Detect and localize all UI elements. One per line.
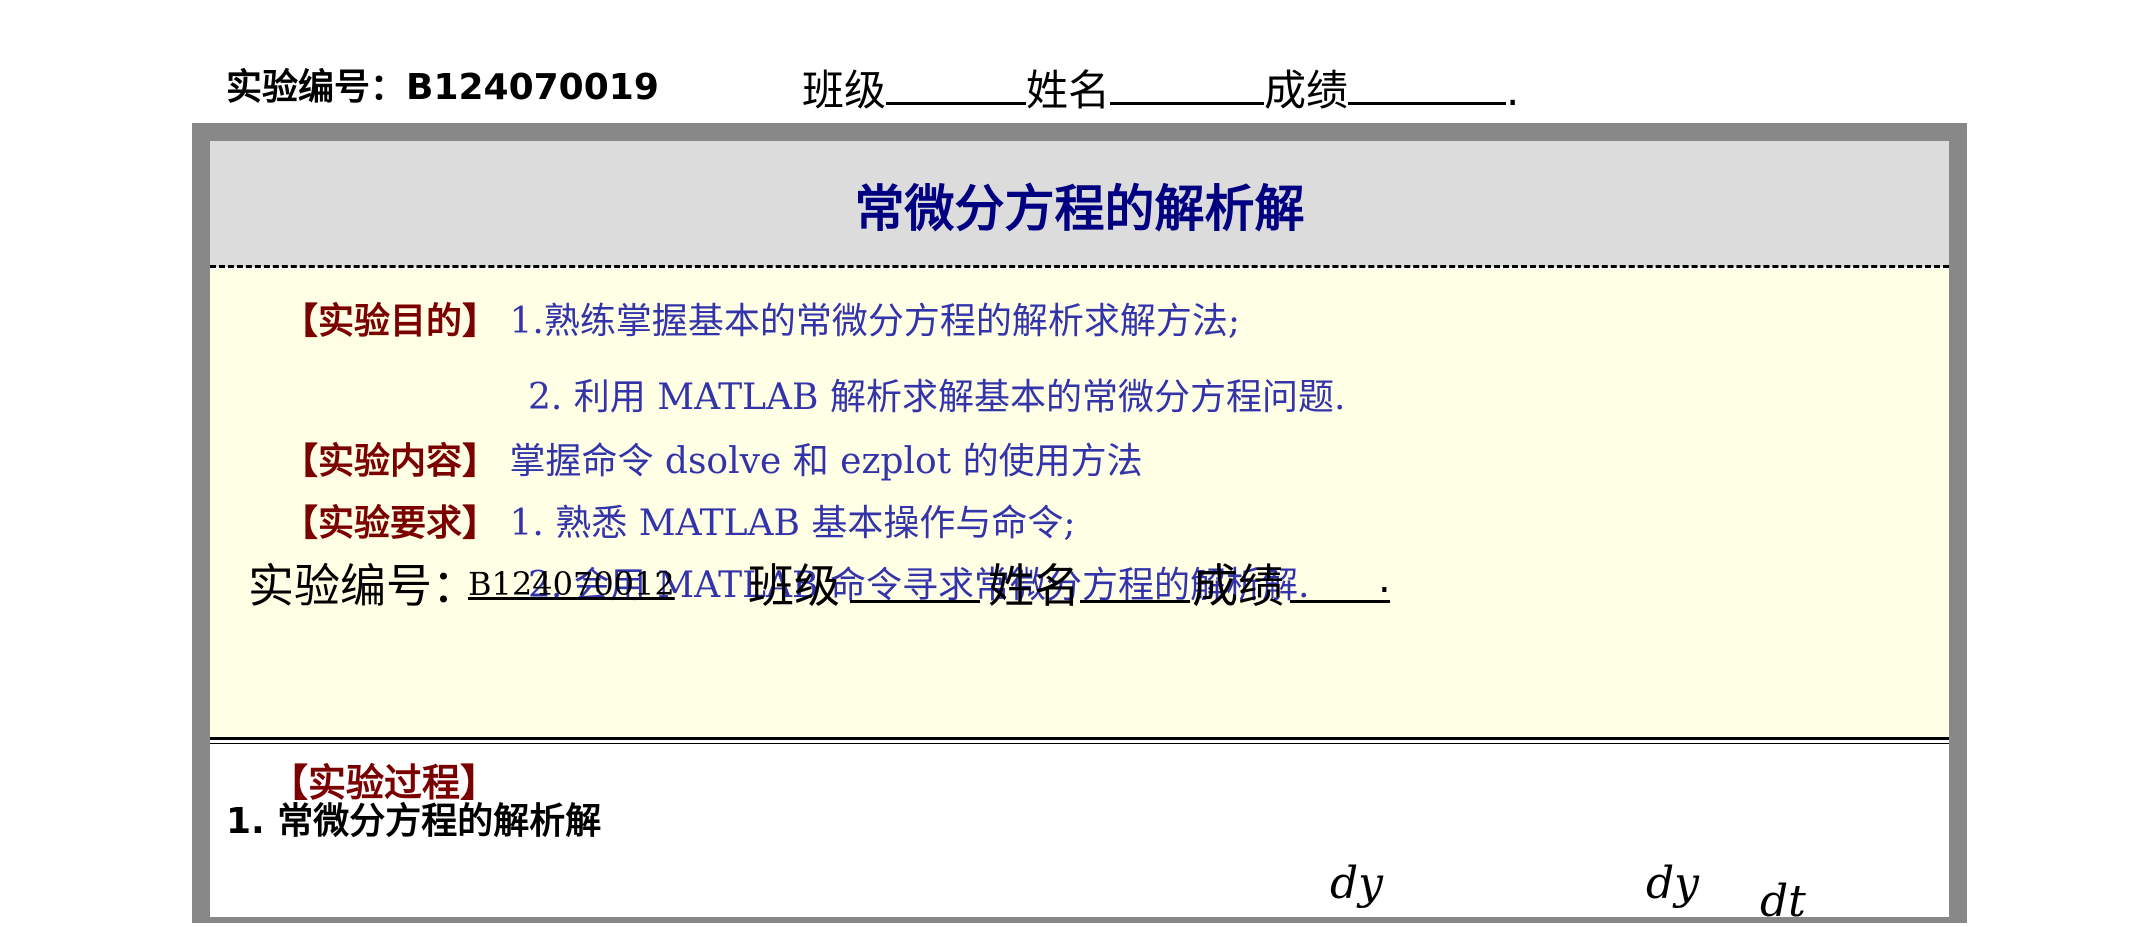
title-band: 常微分方程的解析解	[210, 141, 1949, 267]
score-blank	[1348, 58, 1507, 105]
purpose-row: 【实验目的】 1.熟练掌握基本的常微分方程的解析求解方法;	[282, 298, 1240, 346]
math-dt: dt	[1760, 876, 1806, 927]
purpose-tag: 【实验目的】	[282, 301, 499, 342]
objectives-divider	[210, 737, 1949, 740]
require-row: 【实验要求】 1. 熟悉 MATLAB 基本操作与命令;	[282, 500, 1076, 548]
content-tag: 【实验内容】	[282, 441, 499, 482]
end-mark: .	[1506, 66, 1520, 115]
overlay-name-blank	[1080, 600, 1190, 603]
content-text: 掌握命令 dsolve 和 ezplot 的使用方法	[509, 441, 1143, 482]
section-heading: 1. 常微分方程的解析解	[226, 801, 602, 842]
class-label: 班级	[802, 66, 887, 115]
student-info-header: 班级 姓名 成绩.	[802, 58, 1519, 118]
overlay-score-blank	[1290, 600, 1390, 603]
overlay-exp-label: 实验编号：	[248, 559, 478, 613]
overlay-class-label: 班级	[748, 559, 840, 613]
experiment-number-header: 实验编号：B124070019	[226, 67, 659, 108]
math-dy-2: dy	[1646, 858, 1700, 909]
title-divider	[210, 265, 1949, 268]
content-row: 【实验内容】 掌握命令 dsolve 和 ezplot 的使用方法	[282, 438, 1143, 486]
require-tag: 【实验要求】	[282, 503, 499, 544]
math-dy-1: dy	[1330, 858, 1384, 909]
purpose-row-2: 2. 利用 MATLAB 解析求解基本的常微分方程问题.	[528, 374, 1345, 422]
name-label: 姓名	[1026, 66, 1111, 115]
objectives-divider-thin	[210, 743, 1949, 744]
score-label: 成绩	[1264, 66, 1349, 115]
class-blank	[886, 58, 1027, 105]
name-blank	[1110, 58, 1265, 105]
document-title: 常微分方程的解析解	[854, 180, 1305, 238]
overlay-end-mark: .	[1378, 556, 1391, 602]
overlay-name-label: 姓名	[988, 559, 1080, 613]
purpose-item-2: 2. 利用 MATLAB 解析求解基本的常微分方程问题.	[528, 377, 1346, 418]
purpose-item-1: 1.熟练掌握基本的常微分方程的解析求解方法;	[509, 301, 1240, 342]
overlay-class-blank	[850, 600, 980, 603]
require-item-1: 1. 熟悉 MATLAB 基本操作与命令;	[509, 503, 1076, 544]
overlay-score-label: 成绩	[1192, 559, 1284, 613]
overlay-exp-number: B124070012	[468, 565, 675, 603]
